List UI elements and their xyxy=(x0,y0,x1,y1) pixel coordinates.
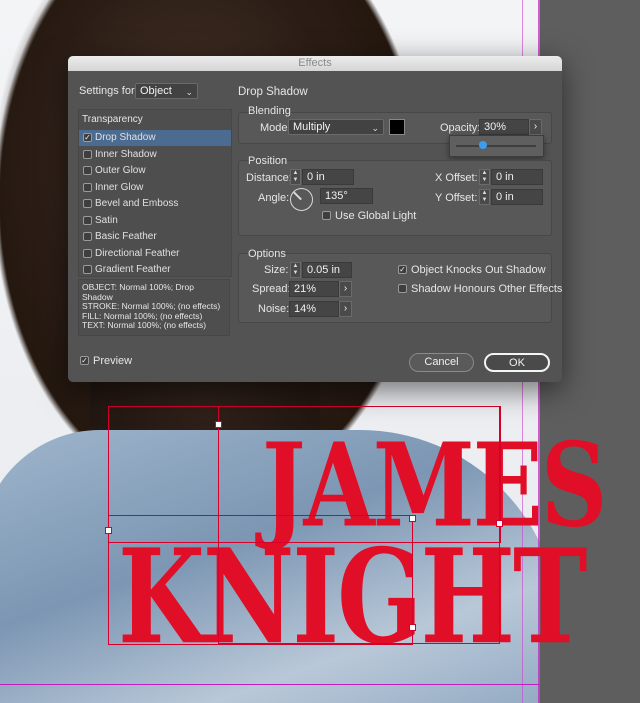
effect-item[interactable]: Inner Shadow xyxy=(79,147,231,163)
opacity-popup-button[interactable]: › xyxy=(529,119,542,135)
effect-item[interactable]: Directional Feather xyxy=(79,246,231,262)
opacity-slider-track[interactable] xyxy=(456,145,536,147)
effects-dialog: Effects Settings for: Object ⌄ Drop Shad… xyxy=(68,56,562,382)
angle-dial-needle xyxy=(292,191,302,201)
angle-label: Angle: xyxy=(258,192,290,204)
shadow-color-swatch[interactable] xyxy=(389,119,405,135)
knocks-out-label: Object Knocks Out Shadow xyxy=(411,264,546,276)
honours-effects-label: Shadow Honours Other Effects xyxy=(411,283,562,295)
blend-mode-value: Multiply xyxy=(293,121,331,133)
settings-for-dropdown[interactable]: Object ⌄ xyxy=(135,83,198,99)
x-offset-label: X Offset: xyxy=(435,172,478,184)
effect-checkbox[interactable] xyxy=(83,166,92,175)
distance-stepper[interactable]: ▲ ▼ xyxy=(290,169,301,185)
effects-list: Transparency ✓ Drop Shadow Inner Shadow Out… xyxy=(78,109,232,277)
angle-dial[interactable] xyxy=(290,188,313,211)
y-offset-stepper[interactable]: ▲ ▼ xyxy=(479,189,490,205)
effect-label: Inner Glow xyxy=(95,181,144,193)
knocks-out-checkbox[interactable]: ✓ xyxy=(398,265,407,274)
effect-checkbox[interactable] xyxy=(83,265,92,274)
effect-checkbox[interactable] xyxy=(83,199,92,208)
angle-field[interactable]: 135° xyxy=(320,188,373,204)
effects-summary: OBJECT: Normal 100%; Drop Shadow STROKE:… xyxy=(78,279,230,336)
effect-checkbox[interactable] xyxy=(83,232,92,241)
cancel-button[interactable]: Cancel xyxy=(409,353,474,372)
spread-field[interactable]: 21% xyxy=(289,281,339,297)
effect-label: Outer Glow xyxy=(95,165,146,176)
position-heading: Position xyxy=(248,155,288,167)
blending-heading: Blending xyxy=(248,105,291,117)
settings-for-value: Object xyxy=(140,85,172,97)
spread-label: Spread: xyxy=(252,283,291,295)
effect-label: Satin xyxy=(95,214,118,226)
ok-button[interactable]: OK xyxy=(484,353,550,372)
frame-handle[interactable] xyxy=(215,421,222,428)
effect-item[interactable]: Basic Feather xyxy=(79,229,231,245)
dialog-title[interactable]: Effects xyxy=(68,56,562,71)
distance-label: Distance: xyxy=(246,172,292,184)
transparency-item[interactable]: Transparency xyxy=(82,114,143,125)
text-frame-outer[interactable] xyxy=(218,406,500,644)
effect-checkbox[interactable]: ✓ xyxy=(83,133,92,142)
noise-field[interactable]: 14% xyxy=(289,301,339,317)
effect-checkbox[interactable] xyxy=(83,149,92,159)
options-heading: Options xyxy=(248,248,286,260)
effect-label: Inner Shadow xyxy=(95,148,157,160)
effect-item[interactable]: Bevel and Emboss xyxy=(79,196,231,212)
effect-checkbox[interactable] xyxy=(83,215,92,225)
effect-label: Directional Feather xyxy=(95,247,180,259)
effect-checkbox[interactable] xyxy=(83,248,92,258)
size-field[interactable]: 0.05 in xyxy=(302,262,352,278)
size-label: Size: xyxy=(264,264,289,276)
bleed-guide xyxy=(0,684,540,685)
settings-for-label: Settings for: xyxy=(79,85,138,97)
y-offset-field[interactable]: 0 in xyxy=(491,189,543,205)
distance-field[interactable]: 0 in xyxy=(302,169,354,185)
blend-mode-dropdown[interactable]: Multiply ⌄ xyxy=(288,119,384,135)
chevron-down-icon: ⌄ xyxy=(371,123,379,133)
honours-effects-checkbox[interactable] xyxy=(398,284,407,293)
opacity-field[interactable]: 30% xyxy=(479,119,529,135)
y-offset-label: Y Offset: xyxy=(435,192,478,204)
size-stepper[interactable]: ▲ ▼ xyxy=(290,262,301,278)
effect-item[interactable]: Outer Glow xyxy=(79,163,231,179)
noise-popup-button[interactable]: › xyxy=(339,301,352,317)
effect-item[interactable]: ✓ Drop Shadow xyxy=(79,130,231,146)
effect-checkbox[interactable] xyxy=(83,182,92,192)
frame-handle[interactable] xyxy=(105,527,112,534)
use-global-light-label: Use Global Light xyxy=(335,210,417,222)
frame-handle[interactable] xyxy=(496,520,503,527)
effect-item[interactable]: Satin xyxy=(79,213,231,229)
preview-checkbox[interactable]: ✓ xyxy=(80,356,89,365)
effect-item[interactable]: Gradient Feather xyxy=(79,262,231,278)
use-global-light-checkbox[interactable] xyxy=(322,211,331,220)
opacity-slider-popup xyxy=(449,135,544,157)
frame-handle[interactable] xyxy=(409,624,416,631)
effect-label: Bevel and Emboss xyxy=(95,198,179,209)
effect-label: Basic Feather xyxy=(95,231,157,242)
chevron-down-icon: ⌄ xyxy=(185,87,193,97)
noise-label: Noise: xyxy=(258,303,290,315)
summary-line: OBJECT: Normal 100%; Drop Shadow xyxy=(82,282,194,302)
section-title: Drop Shadow xyxy=(238,86,308,98)
x-offset-field[interactable]: 0 in xyxy=(491,169,543,185)
opacity-slider-thumb[interactable] xyxy=(478,141,487,149)
effect-item[interactable]: Inner Glow xyxy=(79,180,231,196)
spread-popup-button[interactable]: › xyxy=(339,281,352,297)
mode-label: Mode: xyxy=(260,122,291,134)
opacity-label: Opacity: xyxy=(440,122,481,134)
effect-label: Drop Shadow xyxy=(95,132,156,143)
summary-line: TEXT: Normal 100%; (no effects) xyxy=(82,320,207,330)
preview-label: Preview xyxy=(93,355,133,367)
effect-label: Gradient Feather xyxy=(95,264,171,275)
frame-handle[interactable] xyxy=(409,515,416,522)
x-offset-stepper[interactable]: ▲ ▼ xyxy=(479,169,490,185)
